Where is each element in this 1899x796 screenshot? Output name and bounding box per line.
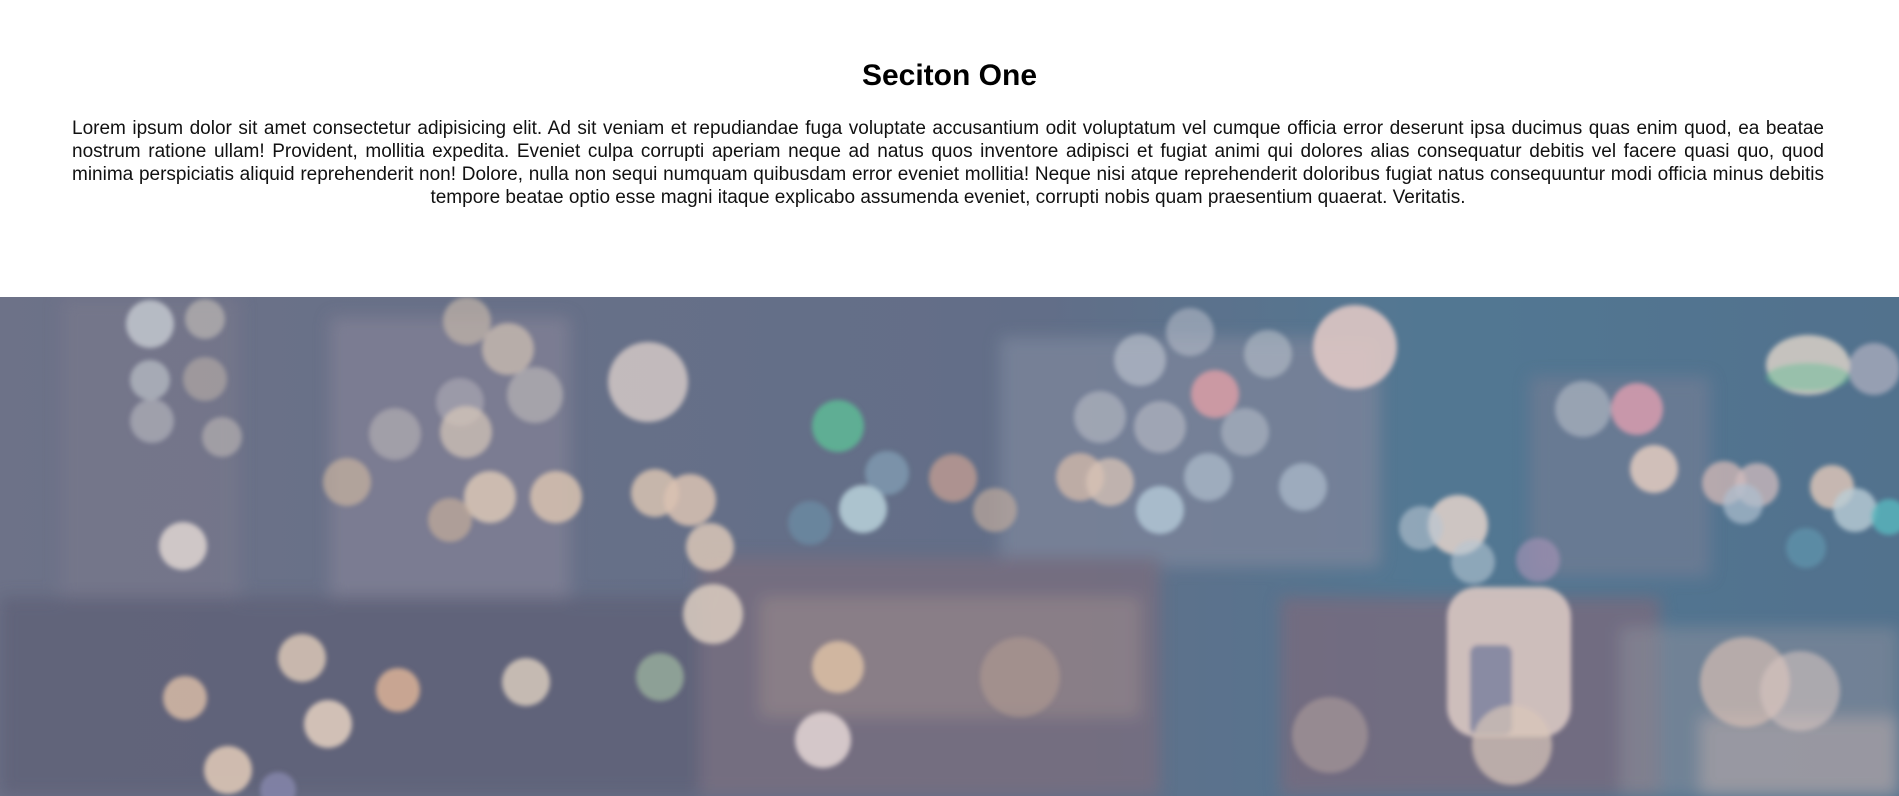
bokeh-city-lights-image [0,297,1899,796]
content-area: Seciton One Lorem ipsum dolor sit amet c… [0,0,1899,796]
hero-bokeh-image [0,297,1899,796]
page: Seciton One Lorem ipsum dolor sit amet c… [0,0,1899,796]
section-paragraph: Lorem ipsum dolor sit amet consectetur a… [72,118,1824,208]
section-title: Seciton One [861,59,1038,92]
section-one: Seciton One Lorem ipsum dolor sit amet c… [0,0,1899,297]
